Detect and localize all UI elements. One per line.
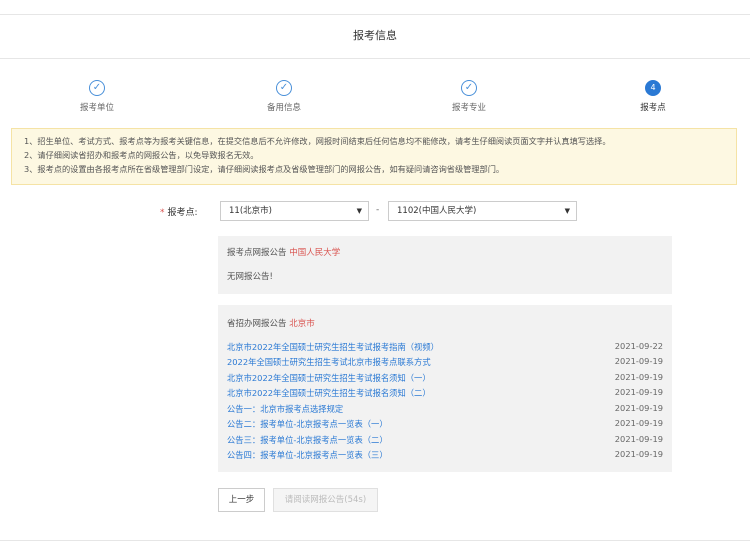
announcement-date: 2021-09-19 bbox=[615, 403, 663, 413]
step-1: ✓ 报考单位 bbox=[57, 80, 137, 113]
bottom-divider bbox=[0, 540, 750, 541]
province-select[interactable]: 11(北京市) ▼ bbox=[220, 201, 369, 221]
announcement-link[interactable]: 公告四：报考单位-北京报考点一览表（三） bbox=[227, 449, 388, 461]
site-notice-title-text: 报考点网报公告 bbox=[227, 248, 287, 258]
announcement-date: 2021-09-19 bbox=[615, 356, 663, 366]
announcement-link[interactable]: 北京市2022年全国硕士研究生招生考试报考指南（视频） bbox=[227, 341, 439, 353]
announcement-date: 2021-09-19 bbox=[615, 434, 663, 444]
site-notice-content: 无网报公告! bbox=[227, 270, 273, 282]
step-2: ✓ 备用信息 bbox=[244, 80, 324, 113]
step-3: ✓ 报考专业 bbox=[429, 80, 509, 113]
exam-site-label-text: 报考点: bbox=[168, 208, 198, 218]
announcement-row[interactable]: 公告二：报考单位-北京报考点一览表（一） 2021-09-19 bbox=[227, 418, 663, 430]
announcement-date: 2021-09-19 bbox=[615, 418, 663, 428]
prev-step-button[interactable]: 上一步 bbox=[218, 488, 265, 512]
announcement-link[interactable]: 公告三：报考单位-北京报考点一览表（二） bbox=[227, 434, 388, 446]
separator: - bbox=[376, 205, 379, 215]
announcement-date: 2021-09-22 bbox=[615, 341, 663, 351]
step-label: 报考单位 bbox=[57, 101, 137, 113]
read-notice-button[interactable]: 请阅读网报公告(54s) bbox=[273, 488, 378, 512]
notice-line: 3、报考点的设置由各报考点所在省级管理部门设定，请仔细阅读报考点及省级管理部门的… bbox=[24, 162, 724, 176]
province-notice-panel: 省招办网报公告 北京市 北京市2022年全国硕士研究生招生考试报考指南（视频） … bbox=[218, 305, 672, 472]
top-border bbox=[0, 14, 750, 15]
page-title: 报考信息 bbox=[0, 27, 750, 43]
site-select[interactable]: 1102(中国人民大学) ▼ bbox=[388, 201, 577, 221]
province-notice-title: 省招办网报公告 北京市 bbox=[227, 317, 315, 329]
check-icon: ✓ bbox=[89, 80, 105, 96]
province-notice-title-text: 省招办网报公告 bbox=[227, 319, 287, 329]
announcement-row[interactable]: 公告三：报考单位-北京报考点一览表（二） 2021-09-19 bbox=[227, 434, 663, 446]
announcement-link[interactable]: 公告一：北京市报考点选择规定 bbox=[227, 403, 343, 415]
notice-box: 1、招生单位、考试方式、报考点等为报考关键信息，在提交信息后不允许修改，网报时间… bbox=[11, 128, 737, 185]
announcement-date: 2021-09-19 bbox=[615, 449, 663, 459]
announcement-date: 2021-09-19 bbox=[615, 372, 663, 382]
check-icon: ✓ bbox=[276, 80, 292, 96]
announcement-link[interactable]: 公告二：报考单位-北京报考点一览表（一） bbox=[227, 418, 388, 430]
exam-site-label: *报考点: bbox=[160, 205, 198, 218]
province-name-highlight: 北京市 bbox=[289, 319, 315, 329]
announcement-row[interactable]: 公告四：报考单位-北京报考点一览表（三） 2021-09-19 bbox=[227, 449, 663, 461]
notice-line: 2、请仔细阅读省招办和报考点的网报公告，以免导致报名无效。 bbox=[24, 148, 724, 162]
required-mark: * bbox=[160, 208, 165, 218]
site-name-highlight: 中国人民大学 bbox=[289, 248, 340, 258]
step-4: 4 报考点 bbox=[613, 80, 693, 113]
announcement-row[interactable]: 北京市2022年全国硕士研究生招生考试报考指南（视频） 2021-09-22 bbox=[227, 341, 663, 353]
step-label: 备用信息 bbox=[244, 101, 324, 113]
site-select-value: 1102(中国人民大学) bbox=[397, 206, 476, 216]
dropdown-arrow-icon: ▼ bbox=[565, 202, 570, 220]
announcement-row[interactable]: 北京市2022年全国硕士研究生招生考试报名须知（一） 2021-09-19 bbox=[227, 372, 663, 384]
announcement-link[interactable]: 2022年全国硕士研究生招生考试北京市报考点联系方式 bbox=[227, 356, 431, 368]
dropdown-arrow-icon: ▼ bbox=[357, 202, 362, 220]
announcement-row[interactable]: 北京市2022年全国硕士研究生招生考试报名须知（二） 2021-09-19 bbox=[227, 387, 663, 399]
announcement-row[interactable]: 公告一：北京市报考点选择规定 2021-09-19 bbox=[227, 403, 663, 415]
announcement-row[interactable]: 2022年全国硕士研究生招生考试北京市报考点联系方式 2021-09-19 bbox=[227, 356, 663, 368]
step-label: 报考专业 bbox=[429, 101, 509, 113]
title-divider bbox=[0, 58, 750, 59]
site-notice-title: 报考点网报公告 中国人民大学 bbox=[227, 246, 340, 258]
step-label: 报考点 bbox=[613, 101, 693, 113]
announcement-link[interactable]: 北京市2022年全国硕士研究生招生考试报名须知（二） bbox=[227, 387, 431, 399]
announcement-link[interactable]: 北京市2022年全国硕士研究生招生考试报名须知（一） bbox=[227, 372, 431, 384]
step-number-badge: 4 bbox=[645, 80, 661, 96]
announcement-date: 2021-09-19 bbox=[615, 387, 663, 397]
site-notice-panel: 报考点网报公告 中国人民大学 无网报公告! bbox=[218, 236, 672, 294]
notice-line: 1、招生单位、考试方式、报考点等为报考关键信息，在提交信息后不允许修改，网报时间… bbox=[24, 134, 724, 148]
province-select-value: 11(北京市) bbox=[229, 206, 272, 216]
check-icon: ✓ bbox=[461, 80, 477, 96]
